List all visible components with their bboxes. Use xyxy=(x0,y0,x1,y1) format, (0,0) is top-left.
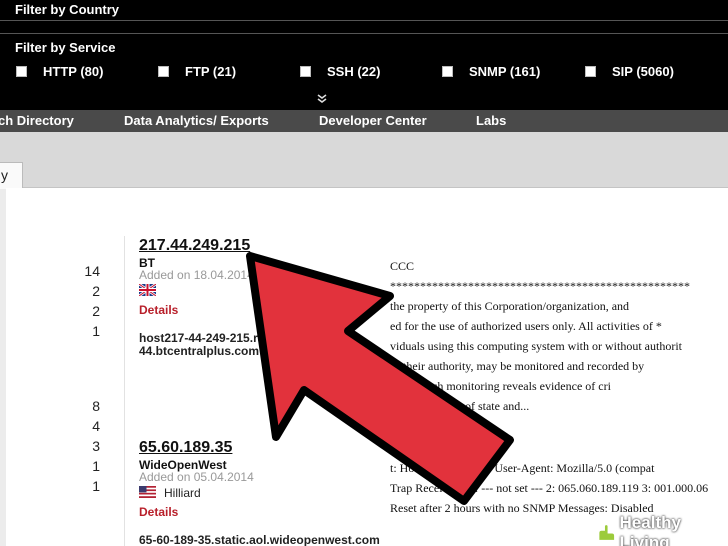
service-filter-http[interactable]: HTTP (80) xyxy=(16,62,103,80)
result-ip-link[interactable]: 217.44.249.215 xyxy=(139,237,250,255)
result-ip-link[interactable]: 65.60.189.35 xyxy=(139,439,232,457)
facet-count: 4 xyxy=(92,418,100,434)
banner-line: ed for the use of authorized users only.… xyxy=(390,319,662,333)
results-panel: 14 2 2 1 8 4 3 1 1 217.44.249.215 BT Add… xyxy=(6,188,728,546)
service-filter-sip[interactable]: SIP (5060) xyxy=(585,62,674,80)
filter-by-country-label[interactable]: Filter by Country xyxy=(15,2,119,17)
banner-line: ****************************************… xyxy=(390,279,690,293)
us-flag-icon xyxy=(139,486,156,498)
uk-flag-icon xyxy=(139,284,156,296)
facet-count: 1 xyxy=(92,323,100,339)
result-divider xyxy=(124,236,125,546)
tab-active[interactable]: y xyxy=(0,162,23,189)
nav-data-analytics[interactable]: Data Analytics/ Exports xyxy=(124,113,269,128)
facet-count: 14 xyxy=(84,263,100,279)
nav-labs[interactable]: Labs xyxy=(476,113,506,128)
banner-line: Trap Receivers: 1: --- not set --- 2: 06… xyxy=(390,481,709,495)
facet-count: 3 xyxy=(92,438,100,454)
checkbox[interactable] xyxy=(300,65,311,77)
banner-line: the property of this Corporation/organiz… xyxy=(390,299,630,313)
service-filter-label: SNMP (161) xyxy=(469,63,541,79)
banner-line: If any such monitoring reveals evidence … xyxy=(390,379,611,393)
facet-count: 8 xyxy=(92,398,100,414)
facet-count: 1 xyxy=(92,458,100,474)
result-hostname: 44.btcentralplus.com xyxy=(139,344,260,358)
result-hostname: host217-44-249-215.range217 xyxy=(139,331,306,345)
banner-line: * activity ation of state and... xyxy=(390,399,530,413)
result-city: Hilliard xyxy=(164,486,201,500)
service-filter-snmp[interactable]: SNMP (161) xyxy=(442,62,540,80)
facet-count: 2 xyxy=(92,303,100,319)
result-added-date: Added on 18.04.2014 xyxy=(139,268,254,282)
service-filter-ftp[interactable]: FTP (21) xyxy=(158,62,236,80)
filter-by-service-label: Filter by Service xyxy=(15,40,116,55)
checkbox[interactable] xyxy=(442,65,453,77)
watermark: Healthy Living xyxy=(596,513,728,546)
filter-divider xyxy=(0,20,728,21)
service-filter-label: FTP (21) xyxy=(185,63,237,79)
details-link[interactable]: Details xyxy=(139,505,178,519)
result-added-date: Added on 05.04.2014 xyxy=(139,470,254,484)
service-filter-label: SIP (5060) xyxy=(612,63,674,79)
checkbox[interactable] xyxy=(585,65,596,77)
banner-line: viduals using this computing system with… xyxy=(390,339,682,353)
service-filter-label: HTTP (80) xyxy=(43,63,104,79)
banner-line: CCC xyxy=(390,259,415,273)
filter-divider xyxy=(0,33,728,34)
main-nav: ch Directory Data Analytics/ Exports Dev… xyxy=(0,110,728,132)
tab-strip: y xyxy=(0,132,728,189)
banner-line: t: Host: proxyj, Trap: User-Agent: Mozil… xyxy=(390,461,655,475)
watermark-text: Healthy Living xyxy=(619,513,681,546)
checkbox[interactable] xyxy=(16,65,27,77)
details-link[interactable]: Details xyxy=(139,303,178,317)
filter-panel: Filter by Country Filter by Service HTTP… xyxy=(0,0,728,110)
service-filter-label: SSH (22) xyxy=(327,63,381,79)
wikihow-hands-icon xyxy=(598,524,616,542)
service-filter-ssh[interactable]: SSH (22) xyxy=(300,62,380,80)
banner-line: of their authority, may be monitored and… xyxy=(390,359,645,373)
facet-count: 1 xyxy=(92,478,100,494)
banner-line: Reset after 2 hours with no SNMP Message… xyxy=(390,501,654,515)
chevron-down-icon xyxy=(317,94,327,103)
facet-count: 2 xyxy=(92,283,100,299)
nav-developer-center[interactable]: Developer Center xyxy=(319,113,427,128)
checkbox[interactable] xyxy=(158,65,169,77)
nav-search-directory[interactable]: ch Directory xyxy=(0,113,74,128)
result-hostname: 65-60-189-35.static.aol.wideopenwest.com xyxy=(139,533,380,546)
expand-chevron-icon[interactable] xyxy=(316,94,328,106)
